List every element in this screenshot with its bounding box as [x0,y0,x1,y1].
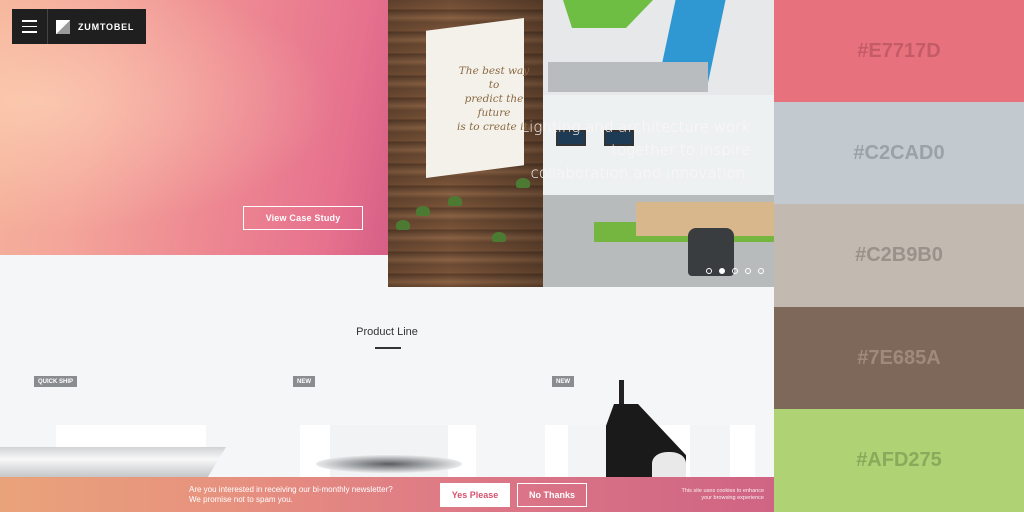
color-swatch: #7E685A [774,307,1024,409]
logo-text: ZUMTOBEL [78,21,135,32]
quick-ship-badge: QUICK SHIP [34,376,78,387]
swatch-hex-label: #E7717D [857,39,941,62]
carousel-dot[interactable] [758,268,764,274]
swatch-hex-label: #C2B9B0 [855,244,943,266]
product-3-shadow [568,425,608,477]
carousel-dots [706,268,764,274]
carousel-dot-active[interactable] [719,268,725,274]
menu-line [22,25,37,28]
color-swatch: #C2B9B0 [774,204,1024,307]
plant [416,206,430,216]
zumtobel-logo-icon [56,19,70,34]
yes-please-button[interactable]: Yes Please [440,483,510,507]
color-swatch: #AFD275 [774,409,1024,512]
product-3-lens [652,452,686,477]
hero-headline: Lighting and architecture work together … [490,116,750,185]
plant [492,232,506,242]
color-palette: #E7717D #C2CAD0 #C2B9B0 #7E685A #AFD275 [774,0,1024,512]
wall-quote-line: The best way to [458,65,530,91]
menu-line [22,20,37,22]
hero-headline-line: collaboration and innovation. [530,164,750,182]
cookie-notice: This site uses cookies to enhance your b… [640,488,764,502]
menu-line [22,31,37,33]
color-swatch: #C2CAD0 [774,102,1024,204]
newsletter-line: Are you interested in receiving our bi-m… [189,485,393,494]
product-3-shadow [690,425,730,477]
plant [448,196,462,206]
carousel-dot[interactable] [706,268,712,274]
newsletter-line: We promise not to spam you. [189,495,293,504]
ceiling [518,0,774,110]
carousel-dot[interactable] [745,268,751,274]
swatch-hex-label: #AFD275 [856,449,942,471]
carousel-dot[interactable] [732,268,738,274]
hero-headline-line: Lighting and architecture work [520,118,750,136]
product-1-backdrop [56,425,206,450]
product-2-downlight[interactable] [316,455,462,473]
hero-headline-line: together to inspire [611,141,750,159]
swatch-hex-label: #C2CAD0 [853,141,945,164]
swatch-hex-label: #7E685A [857,346,941,369]
color-swatch: #E7717D [774,0,1024,102]
brand-logo[interactable]: ZUMTOBEL [48,9,146,44]
cookie-line: your browsing experience [701,495,764,501]
new-badge: NEW [293,376,315,387]
no-thanks-button[interactable]: No Thanks [517,483,587,507]
website-screenshot: Lighting and architecture work together … [0,0,774,512]
newsletter-message: Are you interested in receiving our bi-m… [189,485,429,505]
title-underline [375,347,401,349]
new-badge: NEW [552,376,574,387]
ceiling-duct [548,62,708,92]
product-1-panel-light[interactable] [0,447,226,477]
product-line-title: Product Line [356,326,418,338]
cookie-line: This site uses cookies to enhance [681,488,764,494]
view-case-study-button[interactable]: View Case Study [243,206,363,230]
plant [396,220,410,230]
hamburger-menu-button[interactable] [12,9,48,44]
